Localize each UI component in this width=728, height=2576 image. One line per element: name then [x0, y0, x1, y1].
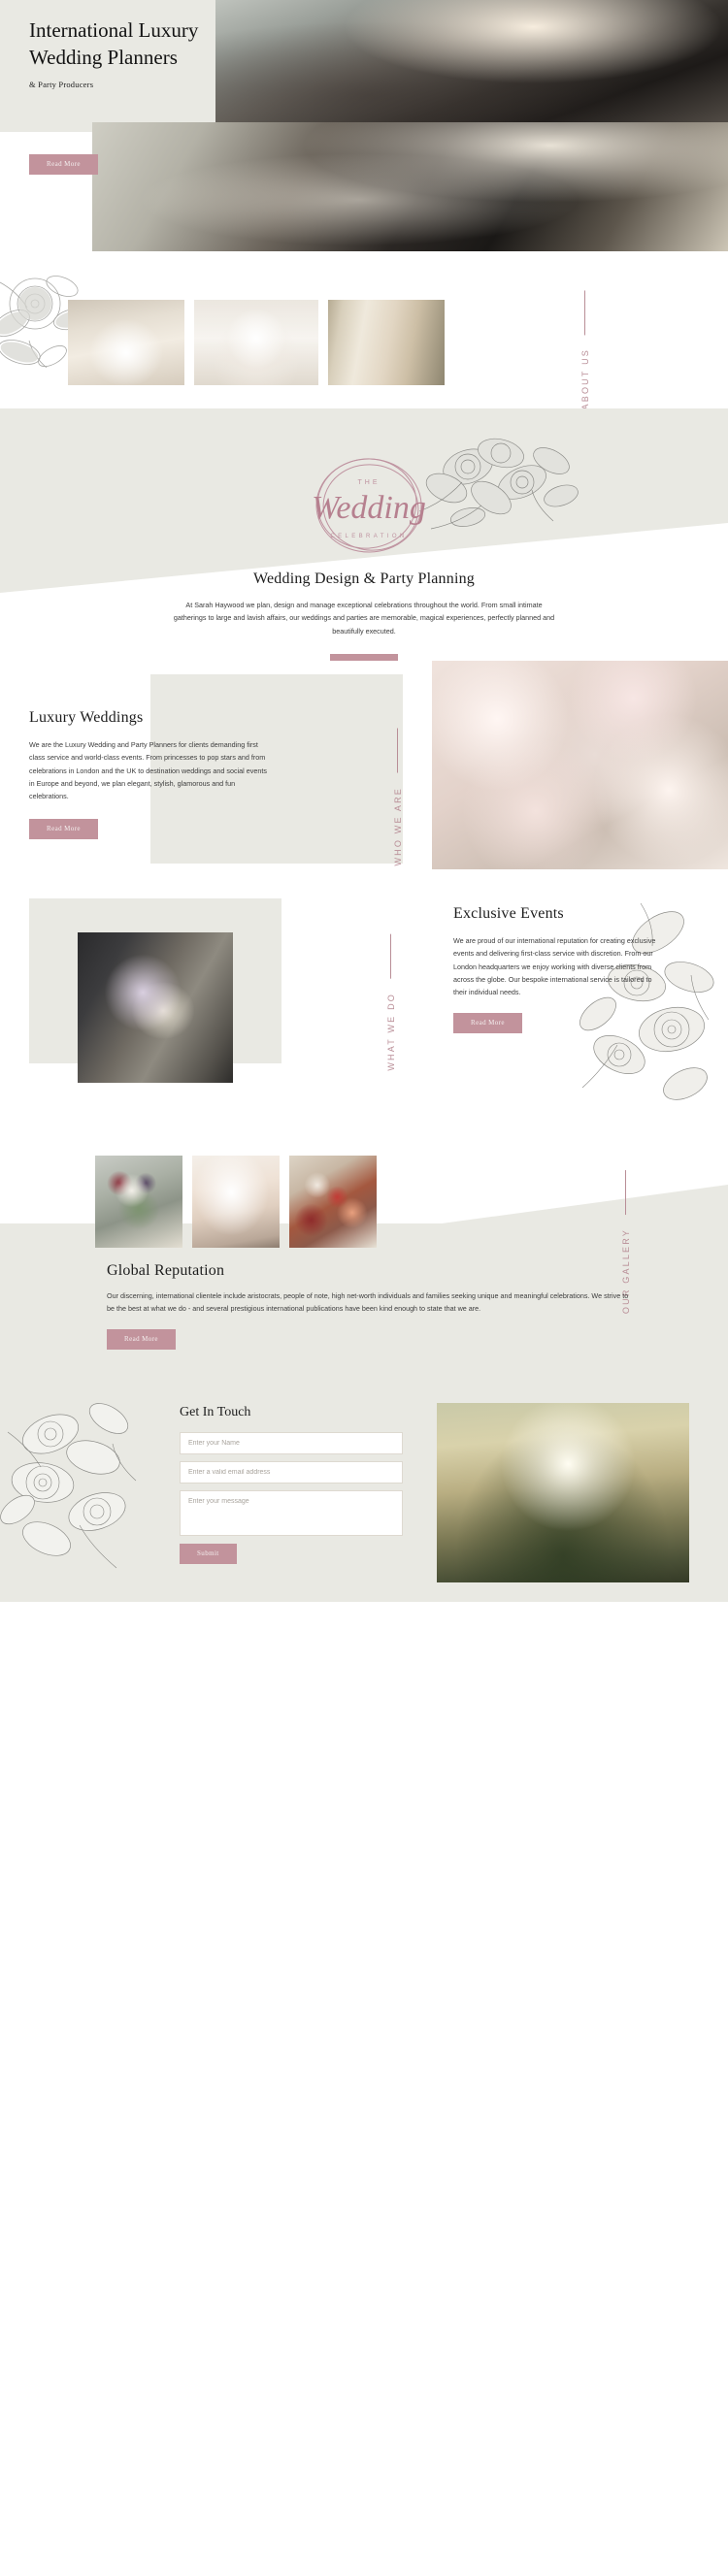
who-we-are-label-text: WHO WE ARE: [393, 787, 403, 866]
about-image-dress: [328, 300, 445, 385]
name-field[interactable]: [180, 1432, 403, 1454]
exclusive-boutonniere-image: [78, 932, 233, 1083]
contact-section: Get In Touch Submit: [0, 1384, 728, 1602]
submit-button[interactable]: Submit: [180, 1544, 237, 1564]
design-section: THE Wedding CELEBRATION Wedding Design &…: [0, 408, 728, 661]
design-read-more-button[interactable]: Read More: [329, 654, 399, 661]
who-we-are-vertical-label: WHO WE ARE: [393, 729, 403, 866]
about-us-label-text: ABOUT US: [580, 348, 590, 410]
our-gallery-label-rule: [625, 1170, 627, 1215]
floral-decoration-contact-icon: [0, 1403, 137, 1569]
exclusive-events-section: WHAT WE DO Exclusive Events We are proud…: [0, 894, 728, 1141]
page-title: International Luxury Wedding Planners: [29, 17, 349, 71]
page-root: International Luxury Wedding Planners & …: [0, 0, 728, 1602]
about-us-label-rule: [584, 290, 586, 335]
design-paragraph: At Sarah Haywood we plan, design and man…: [173, 601, 555, 636]
svg-text:CELEBRATION: CELEBRATION: [330, 534, 407, 539]
message-field[interactable]: [180, 1490, 403, 1536]
what-we-do-label-text: WHAT WE DO: [386, 993, 396, 1071]
svg-text:Wedding: Wedding: [312, 490, 426, 526]
luxury-weddings-section: Luxury Weddings We are the Luxury Weddin…: [0, 661, 728, 894]
exclusive-read-more-button[interactable]: Read More: [453, 1012, 522, 1033]
luxury-paragraph: We are the Luxury Wedding and Party Plan…: [29, 740, 267, 801]
about-section: ABOUT US: [0, 263, 728, 409]
exclusive-title: Exclusive Events: [453, 905, 564, 922]
hero-title-line2: Wedding Planners: [29, 45, 178, 69]
gallery-section: OUR GALLERY Global Reputation Our discer…: [0, 1141, 728, 1384]
hero-title-line1: International Luxury: [29, 18, 199, 42]
hero-subtitle: & Party Producers: [29, 80, 94, 90]
hero-text-block: International Luxury Wedding Planners & …: [29, 17, 349, 89]
contact-couple-image: [437, 1403, 689, 1582]
exclusive-paragraph: We are proud of our international reputa…: [453, 936, 656, 997]
hero-section: International Luxury Wedding Planners & …: [0, 0, 728, 257]
exclusive-text-block: Exclusive Events We are proud of our int…: [453, 905, 677, 1033]
email-field[interactable]: [180, 1461, 403, 1484]
gallery-title: Global Reputation: [107, 1262, 225, 1279]
gallery-image-bouquet-2: [289, 1156, 377, 1248]
svg-text:THE: THE: [358, 479, 381, 486]
contact-form: Get In Touch Submit: [180, 1405, 403, 1564]
hero-read-more-button[interactable]: Read More: [29, 154, 98, 175]
what-we-do-vertical-label: WHAT WE DO: [386, 934, 396, 1071]
what-we-do-label-rule: [390, 934, 392, 979]
luxury-read-more-button[interactable]: Read More: [29, 818, 98, 839]
about-image-shoes: [68, 300, 184, 385]
design-cta-wrap: Read More: [0, 653, 728, 661]
hero-cta-wrap: Read More: [29, 153, 98, 175]
who-we-are-label-rule: [397, 729, 399, 773]
contact-title: Get In Touch: [180, 1405, 251, 1419]
gallery-text-block: Global Reputation Our discerning, intern…: [107, 1262, 636, 1350]
gallery-image-bouquet-1: [95, 1156, 182, 1248]
luxury-text-block: Luxury Weddings We are the Luxury Weddin…: [29, 709, 281, 839]
about-us-vertical-label: ABOUT US: [580, 290, 590, 409]
luxury-roses-image: [432, 661, 728, 869]
gallery-image-dress-back: [192, 1156, 280, 1248]
design-title: Wedding Design & Party Planning: [252, 571, 475, 587]
luxury-title: Luxury Weddings: [29, 709, 144, 726]
about-image-rings: [194, 300, 318, 385]
gallery-paragraph: Our discerning, international clientele …: [107, 1291, 629, 1314]
wedding-logo-badge: THE Wedding CELEBRATION: [312, 458, 426, 553]
hero-main-image: [92, 122, 728, 251]
gallery-read-more-button[interactable]: Read More: [107, 1328, 176, 1350]
